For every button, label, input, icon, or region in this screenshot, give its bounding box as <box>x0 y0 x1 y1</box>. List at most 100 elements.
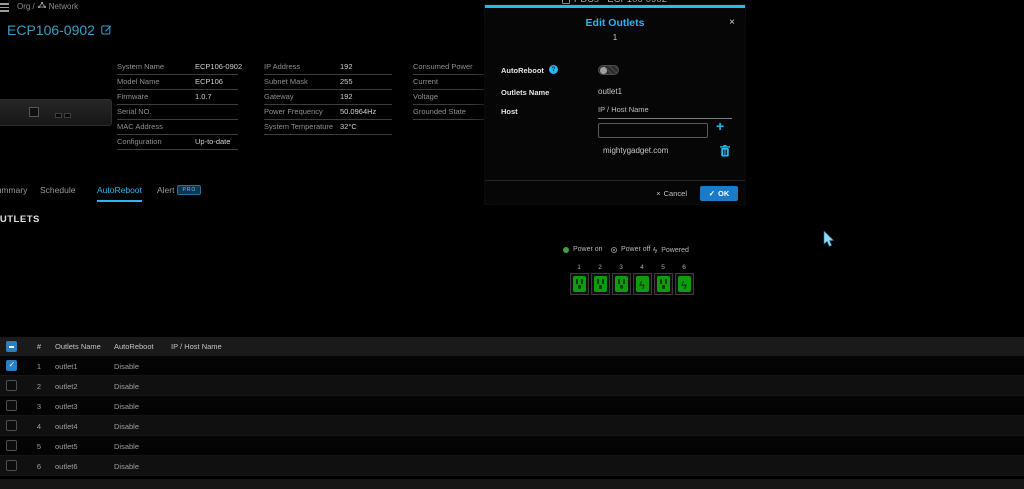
tab-autoreboot[interactable]: AutoReboot <box>97 185 142 202</box>
outlet-socket-icon[interactable] <box>654 273 673 295</box>
row-checkbox[interactable] <box>6 360 17 371</box>
breadcrumb-org[interactable]: Org / <box>17 2 35 11</box>
tab-alert[interactable]: Alert PRO <box>157 185 201 195</box>
pro-badge: PRO <box>177 185 201 195</box>
cell-index: 6 <box>33 462 45 471</box>
breadcrumb-network[interactable]: Network <box>49 2 78 11</box>
outlet-cell: 1 <box>569 264 589 295</box>
cell-outlet-name: outlet2 <box>55 382 78 391</box>
info-value: 1.0.7 <box>195 92 212 101</box>
outlet-number: 5 <box>661 264 665 273</box>
device-port <box>64 113 71 118</box>
device-port <box>55 113 62 118</box>
host-column-header: IP / Host Name <box>598 105 732 119</box>
info-row: MAC Address <box>117 120 238 135</box>
legend-power-off: Power off <box>611 246 650 253</box>
info-row: System Temperature 32°C <box>264 120 392 135</box>
outlets-table: # Outlets Name AutoReboot IP / Host Name… <box>0 337 1024 476</box>
tab-bar: Summary Schedule AutoReboot Alert PRO <box>0 183 480 201</box>
bolt-icon: ϟ <box>653 246 657 255</box>
ok-button[interactable]: ✓ OK <box>700 186 738 201</box>
section-title-outlets: OUTLETS <box>0 214 40 225</box>
modal-footer-divider <box>485 180 745 181</box>
add-host-button[interactable]: + <box>716 119 724 133</box>
outlet-cell: 6 <box>674 264 694 295</box>
cell-outlet-name: outlet3 <box>55 402 78 411</box>
outlet-cell: 5 <box>653 264 673 295</box>
cell-outlet-name: outlet6 <box>55 462 78 471</box>
outlets-name-value: outlet1 <box>598 87 622 96</box>
table-row[interactable]: 6 outlet6 Disable <box>0 456 1024 476</box>
cell-index: 4 <box>33 422 45 431</box>
close-icon[interactable]: × <box>729 18 735 28</box>
autoreboot-toggle[interactable] <box>598 65 619 75</box>
outlet-number: 3 <box>619 264 623 273</box>
tab-schedule[interactable]: Schedule <box>40 185 75 195</box>
info-row: Grounded State <box>413 105 490 120</box>
cancel-button[interactable]: × Cancel <box>656 189 687 198</box>
host-entry-value: mightygadget.com <box>603 146 668 155</box>
edit-title-icon[interactable] <box>101 22 112 38</box>
info-value: 50.0964Hz <box>340 107 376 116</box>
cell-autoreboot: Disable <box>114 422 139 431</box>
cell-index: 5 <box>33 442 45 451</box>
cell-autoreboot: Disable <box>114 442 139 451</box>
table-row[interactable]: 2 outlet2 Disable <box>0 376 1024 396</box>
outlet-socket-icon[interactable] <box>612 273 631 295</box>
info-label: Voltage <box>413 92 438 101</box>
row-checkbox[interactable] <box>6 440 17 451</box>
tab-summary[interactable]: Summary <box>0 185 27 195</box>
row-checkbox[interactable] <box>6 380 17 391</box>
table-row[interactable]: 1 outlet1 Disable <box>0 356 1024 376</box>
host-label: Host <box>501 107 518 116</box>
edit-outlets-modal: Edit Outlets 1 × AutoReboot ? Outlets Na… <box>485 5 745 204</box>
toggle-knob <box>600 67 607 74</box>
outlet-socket-icon[interactable] <box>591 273 610 295</box>
info-row: Firmware 1.0.7 <box>117 90 238 105</box>
info-value: 192 <box>340 92 353 101</box>
pdu-list-icon <box>562 0 570 4</box>
info-row: Model Name ECP106 <box>117 75 238 90</box>
info-label: System Name <box>117 62 164 71</box>
outlet-socket-icon[interactable] <box>570 273 589 295</box>
outlet-on-icon <box>657 276 670 292</box>
info-row: Configuration Up-to-date <box>117 135 238 150</box>
bottom-bar <box>0 479 1024 489</box>
cell-outlet-name: outlet4 <box>55 422 78 431</box>
outlet-number: 6 <box>682 264 686 273</box>
cell-index: 1 <box>33 362 45 371</box>
host-input[interactable] <box>598 123 708 138</box>
select-all-checkbox[interactable] <box>6 341 17 352</box>
outlet-socket-icon[interactable] <box>633 273 652 295</box>
help-icon[interactable]: ? <box>549 65 558 74</box>
info-label: Serial NO. <box>117 107 152 116</box>
table-row[interactable]: 3 outlet3 Disable <box>0 396 1024 416</box>
outlet-on-icon <box>615 276 628 292</box>
info-label: Configuration <box>117 137 162 146</box>
info-label: IP Address <box>264 62 300 71</box>
outlet-on-icon <box>594 276 607 292</box>
cell-autoreboot: Disable <box>114 362 139 371</box>
info-label: Firmware <box>117 92 148 101</box>
ok-check-icon: ✓ <box>709 189 715 198</box>
row-checkbox[interactable] <box>6 460 17 471</box>
outlet-powered-icon <box>636 276 649 292</box>
trash-icon[interactable] <box>720 145 730 159</box>
table-row[interactable]: 4 outlet4 Disable <box>0 416 1024 436</box>
row-checkbox[interactable] <box>6 420 17 431</box>
modal-title: Edit Outlets <box>485 17 745 29</box>
app-screen: Org / Network PDUs - ECP106-0902 ECP106-… <box>0 0 1024 489</box>
row-checkbox[interactable] <box>6 400 17 411</box>
host-entries: mightygadget.com <box>598 145 732 161</box>
table-row[interactable]: 5 outlet5 Disable <box>0 436 1024 456</box>
power-on-dot-icon <box>563 247 569 253</box>
host-entry-row: mightygadget.com <box>598 145 732 161</box>
outlet-number: 4 <box>640 264 644 273</box>
info-row: Power Frequency 50.0964Hz <box>264 105 392 120</box>
autoreboot-label: AutoReboot <box>501 66 544 75</box>
outlet-number: 2 <box>598 264 602 273</box>
info-value: Up-to-date <box>195 137 230 146</box>
info-label: Current <box>413 77 438 86</box>
outlet-socket-icon[interactable] <box>675 273 694 295</box>
menu-icon[interactable] <box>0 3 9 12</box>
